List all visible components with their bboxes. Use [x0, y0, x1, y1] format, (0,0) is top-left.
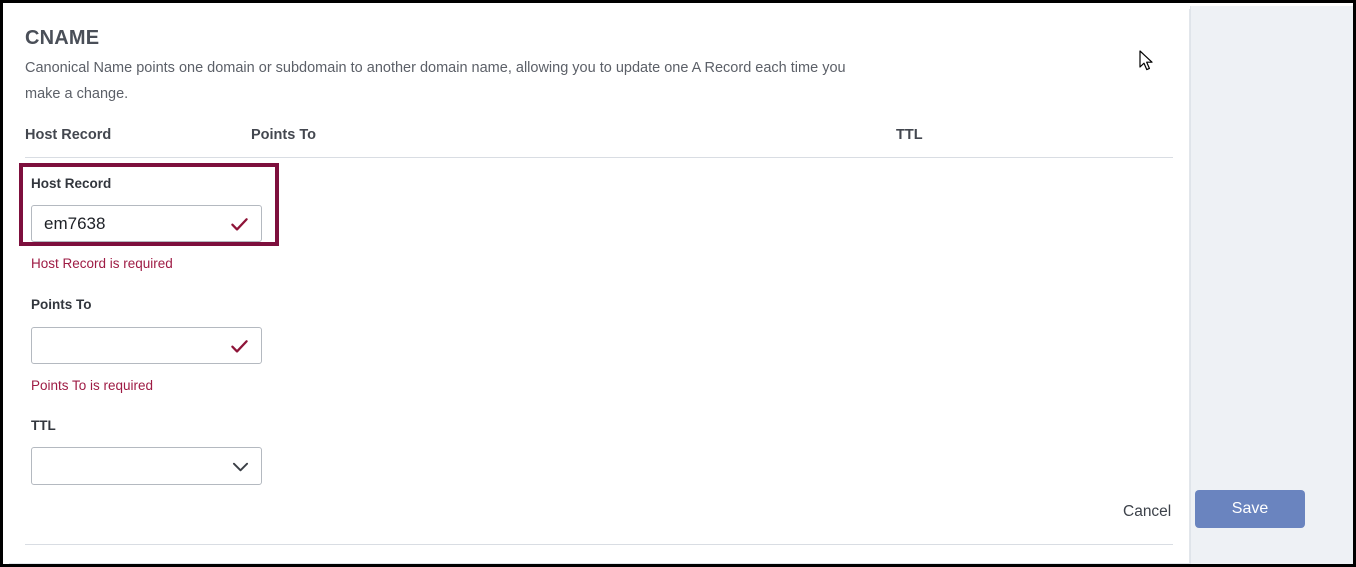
cancel-button[interactable]: Cancel [1123, 503, 1171, 521]
host-record-input[interactable]: em7638 [31, 205, 262, 242]
save-button[interactable]: Save [1195, 490, 1305, 528]
host-record-error: Host Record is required [31, 256, 173, 271]
checkmark-icon [231, 218, 248, 231]
cname-record-card: CNAME Canonical Name points one domain o… [9, 9, 1190, 564]
column-header-host-record: Host Record [25, 127, 112, 143]
right-side-panel [1190, 6, 1353, 564]
column-header-ttl: TTL [896, 127, 923, 143]
host-record-value: em7638 [44, 214, 106, 233]
arrow-pointer-icon [1139, 50, 1153, 71]
column-header-points-to: Points To [251, 127, 316, 143]
ttl-dropdown[interactable] [31, 447, 262, 485]
panel-description: Canonical Name points one domain or subd… [25, 60, 846, 102]
page-title: CNAME [25, 27, 100, 49]
checkmark-icon [231, 340, 248, 353]
chevron-down-icon [232, 462, 249, 472]
header-divider [25, 157, 1173, 158]
host-record-label: Host Record [31, 176, 112, 191]
points-to-input[interactable] [31, 327, 262, 364]
footer-divider [25, 544, 1173, 545]
points-to-error: Points To is required [31, 378, 154, 393]
ttl-label: TTL [31, 418, 56, 433]
app-window: CNAME Canonical Name points one domain o… [0, 0, 1356, 567]
points-to-label: Points To [31, 297, 92, 312]
